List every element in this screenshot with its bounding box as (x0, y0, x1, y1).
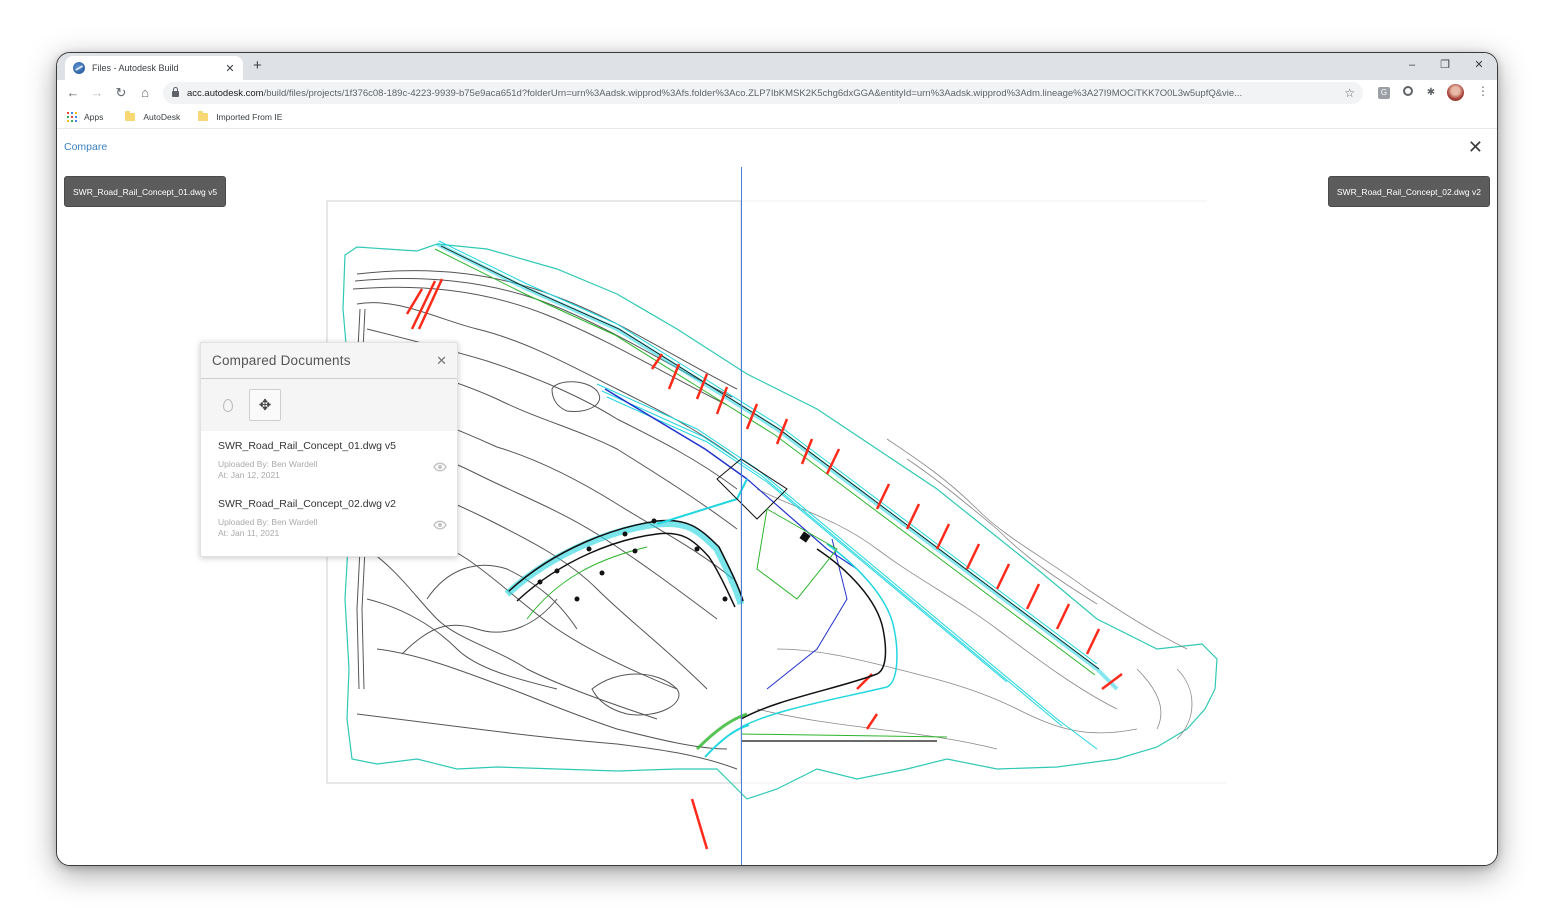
panel-header[interactable]: Compared Documents ✕ (201, 343, 457, 379)
minimize-button[interactable]: – (1397, 55, 1427, 75)
rail-corridor (434, 240, 1119, 750)
bookmark-star-icon[interactable]: ☆ (1344, 86, 1355, 100)
browser-toolbar: ← → ↻ ⌂ acc.autodesk.com/build/files/pro… (57, 80, 1497, 106)
south-road (695, 543, 948, 758)
extensions-puzzle-icon[interactable]: ✱ (1423, 85, 1439, 101)
forward-button[interactable]: → (88, 84, 106, 102)
url-host: acc.autodesk.com (187, 87, 264, 99)
address-bar[interactable]: acc.autodesk.com/build/files/projects/1f… (163, 82, 1363, 104)
autodesk-globe-icon (73, 62, 85, 74)
extension-g-icon[interactable]: G (1378, 87, 1390, 99)
document-name: SWR_Road_Rail_Concept_01.dwg v5 (218, 440, 397, 452)
document-meta: Uploaded By: Ben Wardell At: Jan 11, 202… (218, 517, 440, 539)
bookmark-imported-from-ie[interactable]: Imported From IE (198, 111, 283, 122)
folder-icon (198, 111, 209, 121)
browser-tab[interactable]: Files - Autodesk Build ✕ (65, 56, 243, 80)
tab-title: Files - Autodesk Build (92, 63, 179, 73)
document-entry[interactable]: SWR_Road_Rail_Concept_02.dwg v2 Uploaded… (201, 489, 457, 547)
url-text[interactable]: acc.autodesk.com/build/files/projects/1f… (187, 88, 1344, 99)
bookmark-label: AutoDesk (143, 112, 181, 122)
annotations (405, 278, 1123, 850)
reload-button[interactable]: ↻ (112, 84, 130, 102)
bookmark-autodesk[interactable]: AutoDesk (125, 111, 181, 122)
document-meta: Uploaded By: Ben Wardell At: Jan 12, 202… (218, 459, 440, 481)
panel-tools: ✥ (201, 379, 457, 431)
uploaded-by: Uploaded By: Ben Wardell (218, 517, 318, 527)
home-button[interactable]: ⌂ (136, 84, 154, 102)
bookmarks-bar: Apps AutoDesk Imported From IE (57, 106, 1497, 129)
lock-icon (172, 87, 179, 97)
move-align-icon[interactable]: ✥ (249, 389, 281, 421)
visibility-eye-icon[interactable] (433, 520, 447, 530)
compared-documents-panel: Compared Documents ✕ ✥ SWR_Road_Rail_Con… (200, 342, 458, 557)
folder-icon (125, 111, 136, 121)
new-tab-button[interactable]: + (253, 57, 262, 75)
apps-grid-icon (67, 112, 77, 122)
document-entry[interactable]: SWR_Road_Rail_Concept_01.dwg v5 Uploaded… (201, 431, 457, 489)
document-name: SWR_Road_Rail_Concept_02.dwg v2 (218, 498, 397, 510)
bookmark-label: Apps (84, 112, 104, 122)
uploaded-at: At: Jan 12, 2021 (218, 470, 280, 480)
tab-close-icon[interactable]: ✕ (223, 62, 237, 75)
close-compare-icon[interactable]: ✕ (1468, 137, 1483, 157)
panel-title: Compared Documents (212, 353, 351, 368)
left-document-label: SWR_Road_Rail_Concept_01.dwg v5 (64, 176, 227, 207)
structure-outline (716, 458, 788, 520)
uploaded-at: At: Jan 11, 2021 (218, 528, 280, 538)
tab-strip: Files - Autodesk Build ✕ + – ❐ ✕ (57, 53, 1497, 80)
site-boundary (342, 243, 1218, 800)
split-divider-handle[interactable] (741, 167, 742, 865)
panel-close-icon[interactable]: ✕ (436, 353, 447, 369)
back-button[interactable]: ← (64, 84, 82, 102)
uploaded-by: Uploaded By: Ben Wardell (218, 459, 318, 469)
browser-window: Files - Autodesk Build ✕ + – ❐ ✕ ← → ↻ ⌂… (56, 52, 1498, 866)
color-drop-icon[interactable] (215, 392, 241, 418)
url-path: /build/files/projects/1f376c08-189c-4223… (263, 87, 1243, 99)
browser-menu-icon[interactable]: ⋮ (1477, 84, 1489, 98)
restore-button[interactable]: ❐ (1430, 55, 1460, 75)
visibility-eye-icon[interactable] (433, 462, 447, 472)
window-close-button[interactable]: ✕ (1464, 55, 1494, 75)
profile-avatar[interactable] (1447, 84, 1464, 101)
bookmark-apps[interactable]: Apps (67, 112, 103, 122)
right-document-label: SWR_Road_Rail_Concept_02.dwg v2 (1327, 176, 1490, 207)
compare-title-link[interactable]: Compare (64, 141, 107, 153)
extension-circle-icon[interactable] (1403, 86, 1413, 96)
bookmark-label: Imported From IE (216, 112, 283, 122)
contours-right (756, 438, 1193, 750)
compare-viewer: Compare ✕ SWR_Road_Rail_Concept_01.dwg v… (57, 129, 1497, 865)
